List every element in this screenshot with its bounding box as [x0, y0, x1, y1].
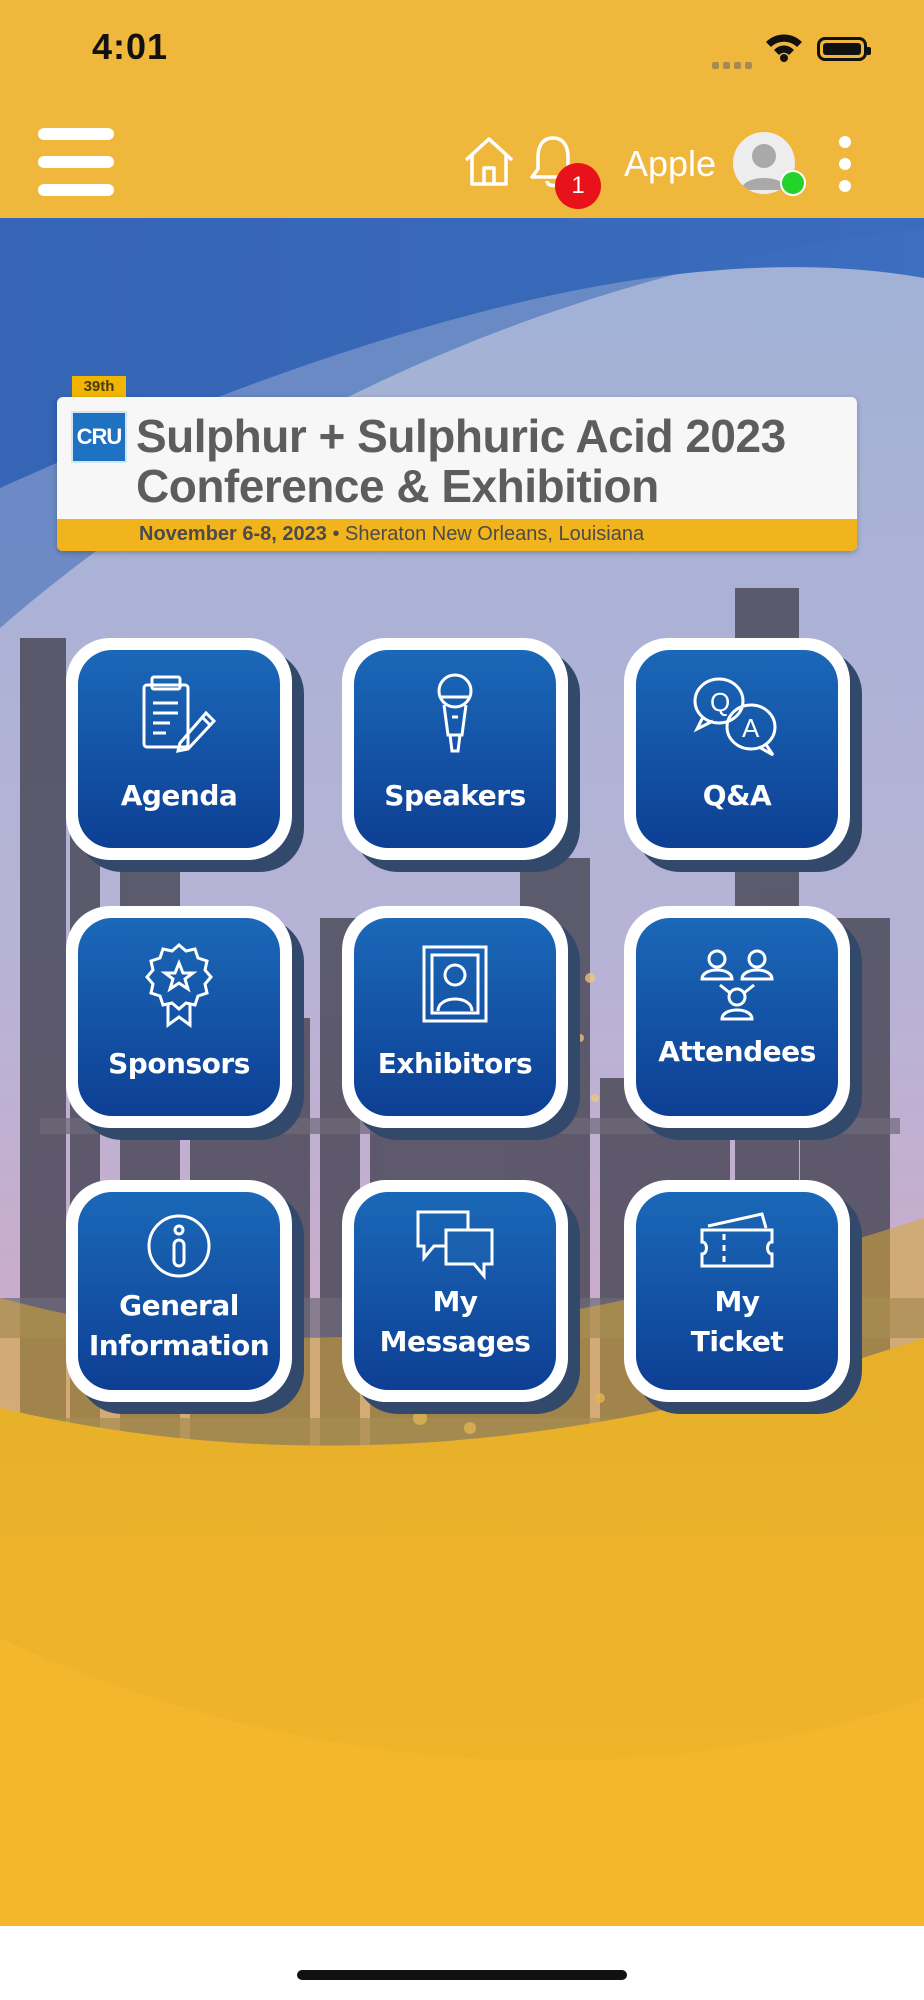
home-indicator[interactable] [297, 1970, 627, 1980]
online-status-indicator [780, 170, 806, 196]
banner-separator: • [326, 523, 346, 545]
tile-general-information[interactable]: General Information [66, 1180, 304, 1414]
tile-sponsors[interactable]: Sponsors [66, 906, 304, 1140]
tile-label-line2: Information [88, 1329, 270, 1362]
banner-title-line1: Sulphur + Sulphuric Acid 2023 [136, 410, 786, 462]
tile-label: Q&A [702, 779, 772, 812]
portrait-icon [354, 936, 556, 1032]
tile-label: Attendees [658, 1035, 816, 1068]
tile-label: Exhibitors [377, 1047, 533, 1080]
user-name[interactable]: Apple [624, 143, 716, 185]
notification-badge: 1 [555, 163, 601, 209]
people-icon [636, 936, 838, 1032]
edition-tag: 39th [72, 376, 126, 397]
svg-text:Q: Q [710, 687, 730, 717]
tile-label-line1: General [119, 1289, 239, 1322]
tile-label-line2: Ticket [690, 1325, 784, 1358]
banner-date-venue: November 6-8, 2023 • Sheraton New Orlean… [139, 523, 644, 546]
more-options-icon[interactable] [836, 136, 854, 192]
banner-date: November 6-8, 2023 [139, 523, 327, 545]
tile-attendees[interactable]: Attendees [624, 906, 862, 1140]
tile-label: Speakers [384, 779, 526, 812]
tile-label-line1: My [714, 1285, 760, 1318]
cellular-signal-icon [712, 54, 756, 73]
status-time: 4:01 [92, 26, 169, 67]
home-icon[interactable] [462, 134, 516, 188]
battery-icon [817, 37, 871, 61]
tile-my-messages[interactable]: My Messages [342, 1180, 580, 1414]
ticket-icon [636, 1196, 838, 1292]
wifi-icon [764, 32, 804, 66]
cru-logo: CRU [71, 411, 127, 463]
qa-icon: Q A [636, 668, 838, 764]
banner-venue: Sheraton New Orleans, Louisiana [345, 523, 645, 545]
tile-qa[interactable]: Q A Q&A [624, 638, 862, 872]
banner-title-line2: Conference & Exhibition [136, 460, 659, 512]
tile-label: Sponsors [108, 1047, 250, 1080]
clipboard-icon [78, 668, 280, 764]
tile-exhibitors[interactable]: Exhibitors [342, 906, 580, 1140]
microphone-icon [354, 668, 556, 764]
tile-label: Agenda [120, 779, 238, 812]
messages-icon [354, 1196, 556, 1292]
award-icon [78, 936, 280, 1032]
info-icon [78, 1198, 280, 1294]
tile-my-ticket[interactable]: My Ticket [624, 1180, 862, 1414]
tile-label-line2: Messages [379, 1325, 531, 1358]
conference-banner: CRU Sulphur + Sulphuric Acid 2023 Confer… [57, 397, 857, 551]
tile-agenda[interactable]: Agenda [66, 638, 304, 872]
menu-button[interactable] [38, 128, 114, 196]
svg-text:A: A [742, 713, 760, 743]
tile-speakers[interactable]: Speakers [342, 638, 580, 872]
tile-label-line1: My [432, 1285, 478, 1318]
